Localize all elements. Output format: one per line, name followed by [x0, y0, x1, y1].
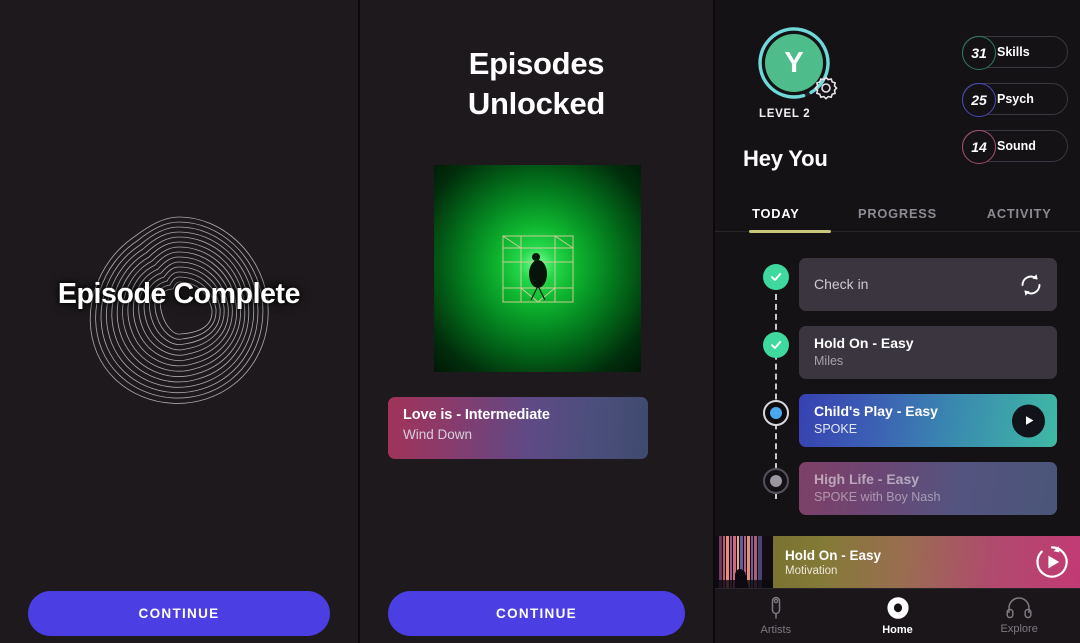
now-playing-play-button[interactable] [1034, 544, 1070, 580]
bottom-navigation: Artists Home Explore [715, 588, 1080, 643]
stat-pill-psych[interactable]: 25 Psych [962, 83, 1068, 117]
continue-button-left[interactable]: CONTINUE [28, 591, 330, 636]
active-tab-indicator [749, 230, 831, 233]
timeline-marker-current [763, 400, 789, 426]
stats-pills: 31 Skills 25 Psych 14 Sound [962, 36, 1068, 177]
panel-episodes-unlocked: Episodes Unlocked Love is - Intermediate… [360, 0, 713, 643]
title-line-2: Unlocked [467, 85, 606, 121]
nav-label-explore: Explore [1000, 623, 1038, 635]
task-card-check-in[interactable]: Check in [799, 258, 1057, 311]
nav-item-artists[interactable]: Artists [715, 596, 837, 636]
stat-pill-sound[interactable]: 14 Sound [962, 130, 1068, 164]
page-title: Episode Complete [57, 278, 301, 310]
task-timeline [763, 264, 789, 509]
now-playing-subtitle: Motivation [785, 564, 838, 577]
task-list: Check in Hold On - Easy Miles Child's Pl… [799, 258, 1057, 530]
tab-bar: TODAY PROGRESS ACTIVITY [715, 196, 1080, 230]
task-card-high-life[interactable]: High Life - Easy SPOKE with Boy Nash [799, 462, 1057, 515]
profile-block: Y LEVEL 2 [747, 26, 887, 120]
play-replay-circle-icon [1036, 546, 1068, 578]
task-title: Check in [814, 276, 869, 292]
track-title: Love is - Intermediate [403, 407, 550, 423]
panel-episode-complete: Episode Complete CONTINUE [0, 0, 358, 643]
nav-label-home: Home [882, 624, 913, 636]
home-blob-icon [886, 597, 909, 619]
refresh-sync-icon[interactable] [1017, 271, 1045, 299]
now-playing-bar[interactable]: Hold On - Easy Motivation [715, 536, 1080, 588]
greeting-text: Hey You [743, 146, 828, 171]
task-subtitle: Miles [814, 354, 844, 368]
track-subtitle: Wind Down [403, 427, 473, 442]
tab-today[interactable]: TODAY [715, 206, 837, 221]
current-dot-icon [763, 400, 789, 426]
now-playing-meta: Hold On - Easy Motivation [785, 548, 1034, 577]
stat-value-sound: 14 [962, 130, 996, 164]
now-playing-title: Hold On - Easy [785, 547, 882, 563]
unlocked-track-card[interactable]: Love is - Intermediate Wind Down [388, 397, 648, 459]
page-title-unlocked: Episodes Unlocked [360, 44, 713, 123]
scaffold-structure-art [502, 235, 573, 302]
timeline-marker-check-2 [763, 332, 789, 358]
stat-value-psych: 25 [962, 83, 996, 117]
microphone-icon [771, 596, 781, 619]
album-artwork [434, 165, 641, 372]
tab-progress[interactable]: PROGRESS [837, 206, 959, 221]
nav-item-explore[interactable]: Explore [958, 597, 1080, 635]
check-icon [771, 341, 782, 349]
timeline-connector [775, 284, 777, 499]
task-card-childs-play[interactable]: Child's Play - Easy SPOKE [799, 394, 1057, 447]
stat-label-skills: Skills [997, 45, 1030, 59]
title-line-1: Episodes [468, 46, 605, 81]
task-subtitle: SPOKE with Boy Nash [814, 490, 941, 504]
avatar-ring: Y [757, 26, 838, 100]
task-title: Child's Play - Easy [814, 403, 938, 419]
check-icon [771, 273, 782, 281]
stat-label-sound: Sound [997, 139, 1036, 153]
app-screen: Episode Complete CONTINUE Episodes Unloc… [0, 0, 1080, 643]
now-playing-thumbnail [715, 536, 773, 588]
nav-label-artists: Artists [760, 624, 792, 636]
stat-pill-skills[interactable]: 31 Skills [962, 36, 1068, 70]
tab-activity[interactable]: ACTIVITY [958, 206, 1080, 221]
timeline-marker-check-1 [763, 264, 789, 290]
upcoming-dot-icon [763, 468, 789, 494]
play-button[interactable] [1012, 404, 1045, 437]
stat-value-skills: 31 [962, 36, 996, 70]
panel-home-dashboard: Y LEVEL 2 Hey You 31 Skills 25 Psych 14 … [715, 0, 1080, 643]
task-title: Hold On - Easy [814, 335, 914, 351]
nav-item-home[interactable]: Home [837, 596, 959, 636]
level-label: LEVEL 2 [759, 108, 811, 120]
stat-label-psych: Psych [997, 92, 1034, 106]
task-card-hold-on[interactable]: Hold On - Easy Miles [799, 326, 1057, 379]
task-subtitle: SPOKE [814, 422, 858, 436]
gear-icon[interactable] [813, 75, 839, 106]
play-icon [1012, 404, 1045, 437]
headphones-icon [1006, 597, 1032, 619]
task-title: High Life - Easy [814, 471, 920, 487]
continue-button-mid[interactable]: CONTINUE [388, 591, 685, 636]
timeline-marker-upcoming [763, 468, 789, 494]
